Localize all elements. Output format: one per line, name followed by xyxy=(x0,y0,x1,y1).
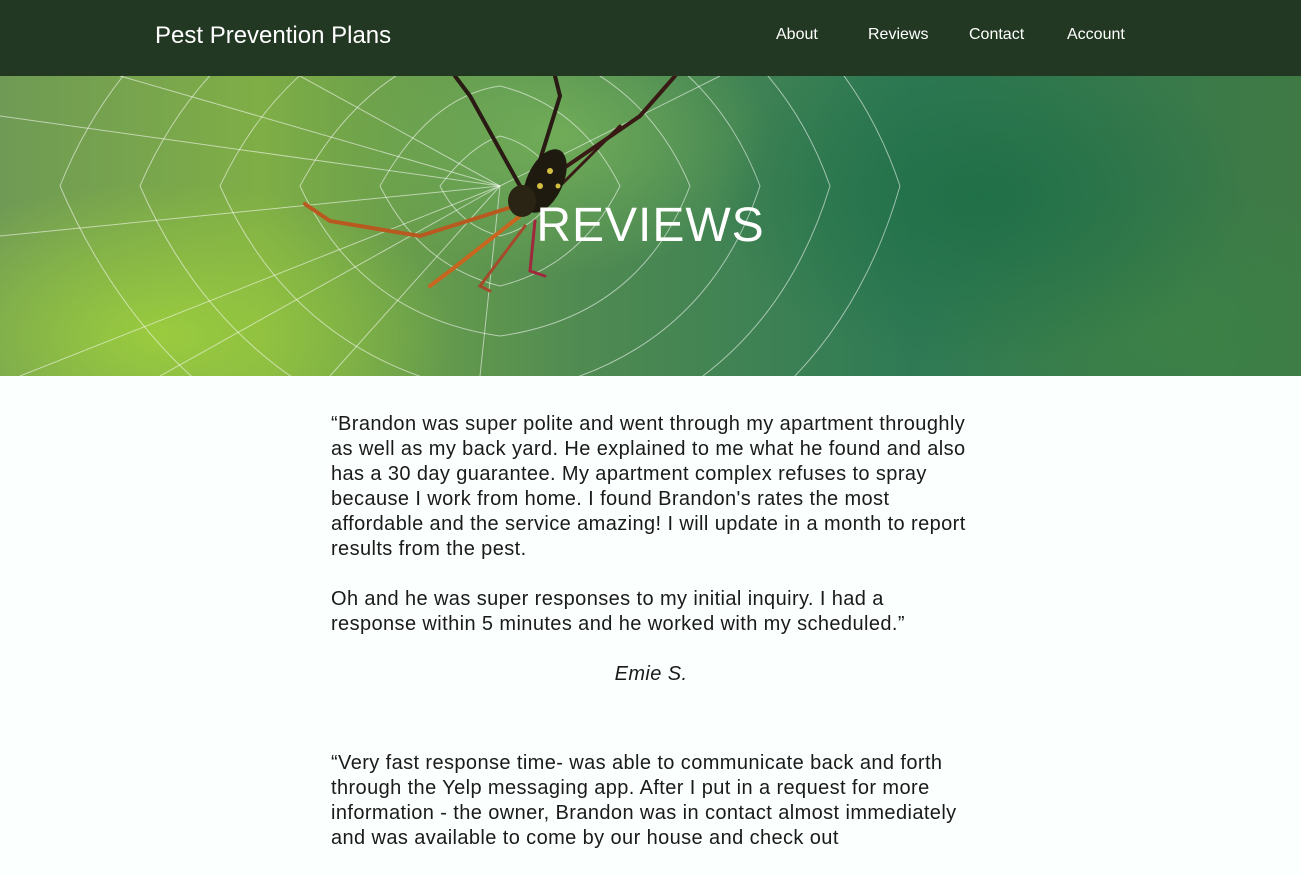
review-text: “Brandon was super polite and went throu… xyxy=(331,413,966,560)
review-author: Emie S. xyxy=(614,663,688,685)
review-text: Oh and he was super responses to my init… xyxy=(331,588,905,635)
top-navigation-bar: Pest Prevention Plans About Reviews Cont… xyxy=(0,0,1301,76)
page-title: REVIEWS xyxy=(536,199,765,252)
review-text: “Very fast response time- was able to co… xyxy=(331,752,957,849)
hero-banner: REVIEWS xyxy=(0,76,1301,376)
reviews-list: “Brandon was super polite and went throu… xyxy=(331,412,971,876)
nav-link-contact[interactable]: Contact xyxy=(969,24,1024,46)
nav-link-about[interactable]: About xyxy=(776,24,818,46)
review-card: “Brandon was super polite and went throu… xyxy=(331,412,971,687)
site-brand[interactable]: Pest Prevention Plans xyxy=(155,20,391,52)
review-card: “Very fast response time- was able to co… xyxy=(331,751,971,851)
nav-link-account[interactable]: Account xyxy=(1067,24,1125,46)
nav-link-reviews[interactable]: Reviews xyxy=(868,24,928,46)
